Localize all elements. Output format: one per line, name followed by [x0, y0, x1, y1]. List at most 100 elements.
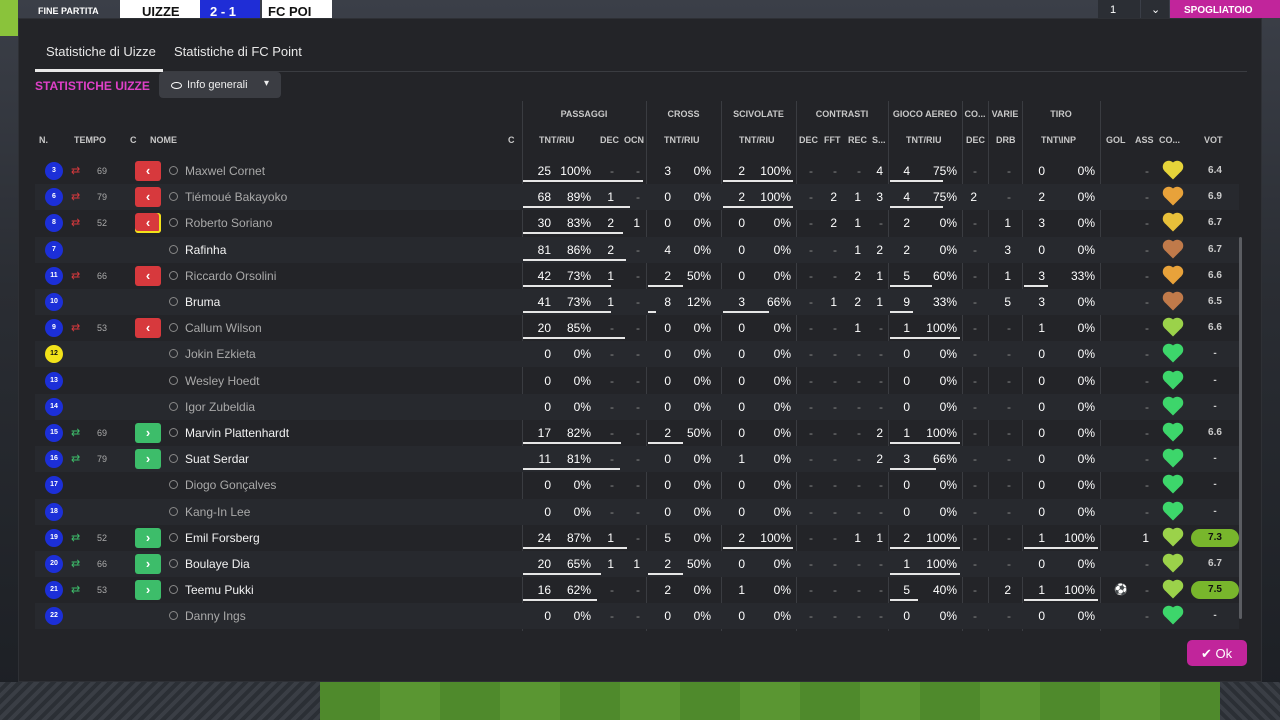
- group-cross: CROSS: [667, 109, 700, 119]
- col-condition[interactable]: CO...: [1159, 135, 1180, 145]
- player-profile-icon[interactable]: [169, 323, 178, 333]
- player-name[interactable]: Kang-In Lee: [185, 499, 250, 525]
- player-name[interactable]: Suat Serdar: [185, 446, 249, 472]
- player-name[interactable]: Maxwel Cornet: [185, 158, 265, 184]
- chevron-right-icon[interactable]: ›: [135, 554, 161, 574]
- table-row[interactable]: 9 ⇄ 53 ‹ Callum Wilson 20 85% - -0 0% 0 0% - -1-1 100%…: [35, 315, 1239, 341]
- player-name[interactable]: Riccardo Orsolini: [185, 263, 276, 289]
- player-profile-icon[interactable]: [169, 585, 178, 595]
- player-profile-icon[interactable]: [169, 428, 178, 437]
- scrollbar[interactable]: [1239, 237, 1242, 619]
- player-name[interactable]: Emil Forsberg: [185, 525, 260, 551]
- player-name[interactable]: Tiémoué Bakayoko: [185, 184, 287, 210]
- table-row[interactable]: 14 Igor Zubeldia 0 0% - - 0 0% 0 0% - - - - 0 0% - - 0 0% - -: [35, 393, 1239, 420]
- table-row[interactable]: 13 Wesley Hoedt 0 0% - - 0 0% 0 0% - - - - 0 0% - - 0 0% - -: [35, 368, 1239, 394]
- col-pass-tnt[interactable]: TNT/RIU: [539, 135, 575, 145]
- player-profile-icon[interactable]: [169, 506, 178, 516]
- col-nome[interactable]: NOME: [150, 135, 177, 145]
- menu-tab[interactable]: [0, 0, 18, 36]
- col-con-fft[interactable]: FFT: [824, 135, 841, 145]
- player-name[interactable]: Boulaye Dia: [185, 551, 250, 577]
- chevron-right-icon[interactable]: ›: [135, 527, 161, 548]
- player-profile-icon[interactable]: [169, 166, 178, 175]
- con-dec: -: [809, 190, 813, 205]
- table-row[interactable]: 11 ⇄ 66 ‹ Riccardo Orsolini 42 73% 1-2 50% 0 0% - -2…: [35, 263, 1239, 289]
- player-profile-icon[interactable]: [169, 559, 178, 568]
- people-count[interactable]: 1: [1098, 0, 1140, 18]
- table-row[interactable]: 18 Kang-In Lee 0 0% - - 0 0% 0 0% - - - - 0 0% - - 0 0% - -: [35, 498, 1239, 525]
- player-name[interactable]: Teemu Pukki: [185, 577, 254, 603]
- col-tempo[interactable]: TEMPO: [74, 135, 106, 145]
- col-ass[interactable]: ASS: [1135, 135, 1154, 145]
- table-row[interactable]: 20 ⇄ 66 › Boulaye Dia 20 65% 1 1 2 50% 0 0% - - - -1 100%…: [35, 551, 1239, 577]
- chevron-down-icon[interactable]: ⌄: [1141, 0, 1169, 18]
- col-pass-ocn[interactable]: OCN: [624, 135, 644, 145]
- player-name[interactable]: Jokin Ezkieta: [185, 341, 256, 367]
- col-pass-dec[interactable]: DEC: [600, 135, 619, 145]
- table-row[interactable]: 17 Diogo Gonçalves 0 0% - - 0 0% 0 0% - - - - 0 0% - - 0 0%…: [35, 472, 1239, 498]
- chevron-left-icon[interactable]: ‹: [135, 265, 161, 286]
- col-c[interactable]: C: [130, 135, 137, 145]
- col-aereo-tnt[interactable]: TNT/RIU: [906, 135, 942, 145]
- col-con-rec[interactable]: REC: [848, 135, 867, 145]
- player-name[interactable]: Igor Zubeldia: [185, 394, 255, 420]
- col-con-dec[interactable]: DEC: [799, 135, 818, 145]
- player-name[interactable]: Callum Wilson: [185, 315, 262, 341]
- player-name[interactable]: Marvin Plattenhardt: [185, 420, 289, 446]
- table-row[interactable]: 16 ⇄ 79 › Suat Serdar 11 81% - -0 0% 1 0% - - -2 3 66% - -…: [35, 446, 1239, 473]
- col-tiro-tnt[interactable]: TNT\INP: [1041, 135, 1076, 145]
- player-profile-icon[interactable]: [169, 349, 178, 359]
- col-cross-tnt[interactable]: TNT/RIU: [664, 135, 700, 145]
- player-name[interactable]: Rafinha: [185, 237, 226, 263]
- col-gol[interactable]: GOL: [1106, 135, 1126, 145]
- col-vot[interactable]: VOT: [1204, 135, 1223, 145]
- player-name[interactable]: Bruma: [185, 289, 220, 315]
- player-profile-icon[interactable]: [169, 218, 178, 228]
- table-row[interactable]: 21 ⇄ 53 › Teemu Pukki 16 62% - -2 0% 1 0% - - - -5 40% -2…: [35, 577, 1239, 603]
- player-name[interactable]: Roberto Soriano: [185, 210, 272, 236]
- chevron-left-icon[interactable]: ‹: [135, 318, 161, 339]
- table-row[interactable]: 3 ⇄ 69 ‹ Maxwel Cornet 25 100% - -3 0% 2 100% - - -4 4 7…: [35, 158, 1239, 184]
- col-drb[interactable]: DRB: [996, 135, 1016, 145]
- con-s: -: [879, 478, 883, 493]
- stats-filter-dropdown[interactable]: Info generali ▾: [159, 72, 281, 98]
- table-row[interactable]: 19 ⇄ 52 › Emil Forsberg 24 87% 1-5 0% 2 100% - -1 1 2 1…: [35, 525, 1239, 551]
- col-con-s[interactable]: S...: [872, 135, 886, 145]
- chevron-right-icon[interactable]: ›: [135, 423, 161, 443]
- table-row[interactable]: 22 Danny Ings 0 0% - - 0 0% 0 0% - - - - 0 0% - - 0 0% - -: [35, 603, 1239, 630]
- tab-uizze-stats[interactable]: Statistiche di Uizze: [46, 44, 156, 59]
- player-profile-icon[interactable]: [169, 297, 178, 306]
- tab-opponent-stats[interactable]: Statistiche di FC Point: [174, 44, 302, 59]
- table-row[interactable]: 12 Jokin Ezkieta 0 0% - - 0 0% 0 0% - - - - 0 0% - - 0 0% - -: [35, 341, 1239, 368]
- col-number[interactable]: N.: [39, 135, 48, 145]
- chevron-left-icon[interactable]: ‹: [135, 187, 161, 208]
- player-name[interactable]: Danny Ings: [185, 603, 246, 629]
- chevron-left-icon[interactable]: ‹: [135, 161, 161, 181]
- player-profile-icon[interactable]: [169, 480, 178, 490]
- chevron-left-icon[interactable]: ‹: [135, 213, 161, 234]
- ok-button[interactable]: ✔ Ok: [1187, 640, 1247, 666]
- player-profile-icon[interactable]: [169, 244, 178, 254]
- player-profile-icon[interactable]: [169, 270, 178, 280]
- col-c2[interactable]: C: [508, 135, 515, 145]
- player-profile-icon[interactable]: [169, 192, 178, 202]
- player-name[interactable]: Wesley Hoedt: [185, 368, 259, 394]
- table-row[interactable]: 15 ⇄ 69 › Marvin Plattenhardt 17 82% - -2 50% 0 0% -…: [35, 420, 1239, 446]
- player-profile-icon[interactable]: [169, 611, 178, 621]
- col-sciv-tnt[interactable]: TNT/RIU: [739, 135, 775, 145]
- player-profile-icon[interactable]: [169, 375, 178, 385]
- con-fft: -: [833, 399, 837, 414]
- player-profile-icon[interactable]: [169, 454, 178, 464]
- chevron-right-icon[interactable]: ›: [135, 580, 161, 601]
- chevron-right-icon[interactable]: ›: [135, 449, 161, 470]
- table-row[interactable]: 6 ⇄ 79 ‹ Tiémoué Bakayoko 68 89% 1-0 0% 2 100% -2 1 3…: [35, 184, 1239, 211]
- col-co-dec[interactable]: DEC: [966, 135, 985, 145]
- player-profile-icon[interactable]: [169, 532, 178, 542]
- table-row[interactable]: 7 Rafinha 81 86% 2-4 0% 0 0% - -1 2 2 0% -3 0 0% -6.7: [35, 236, 1239, 263]
- table-row[interactable]: 8 ⇄ 52 ‹ Roberto Soriano 30 83% 2 1 0 0% 0 0% -2 1-2 0%…: [35, 210, 1239, 236]
- player-name[interactable]: Diogo Gonçalves: [185, 472, 276, 498]
- cross-pct: 50%: [686, 268, 711, 283]
- player-profile-icon[interactable]: [169, 401, 178, 411]
- dressing-room-button[interactable]: SPOGLIATOIO: [1170, 0, 1280, 18]
- table-row[interactable]: 10 Bruma 41 73% 1-8 12% 3 66% -1 2 1 9 33% -5 3 0% -6.5: [35, 289, 1239, 315]
